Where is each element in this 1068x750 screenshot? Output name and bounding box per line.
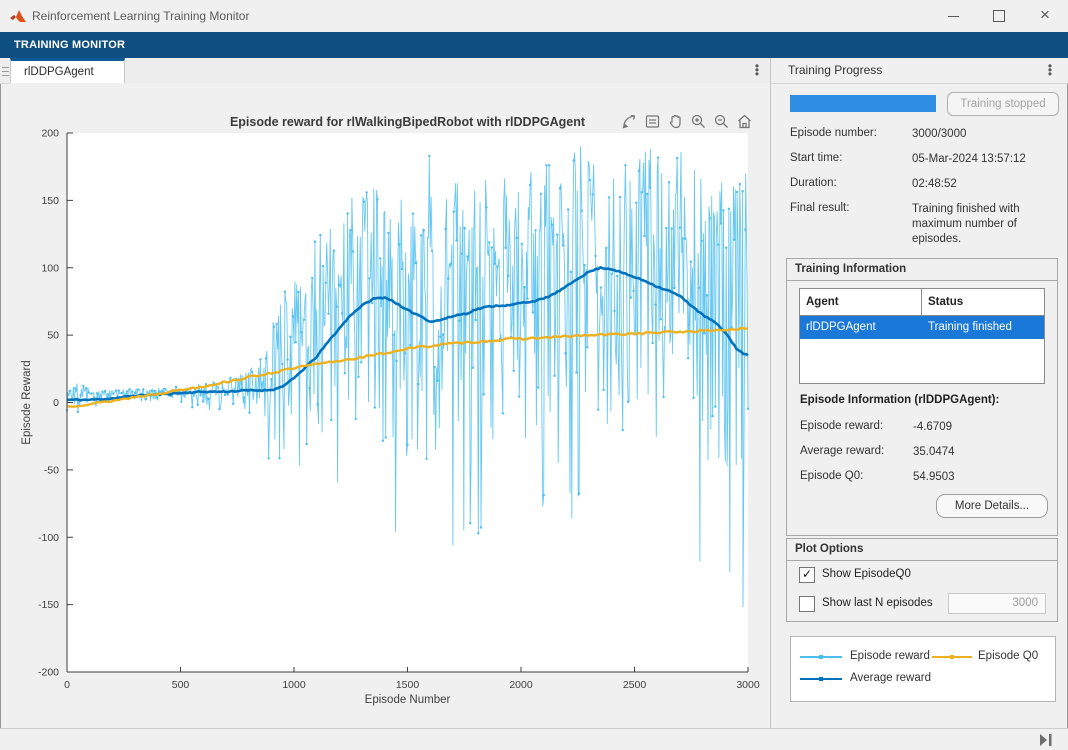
average-reward-value: 35.0474 xyxy=(913,445,1061,460)
svg-text:-50: -50 xyxy=(44,464,59,476)
table-row[interactable]: rlDDPGAgent Training finished xyxy=(800,316,1044,339)
training-progress-title: Training Progress xyxy=(788,58,882,83)
reward-chart[interactable]: 0 500 1000 1500 2000 2500 3000 -200 -150 -100 -50 0… xyxy=(10,83,770,728)
progress-fill xyxy=(790,95,936,112)
drag-grip-icon[interactable] xyxy=(2,64,9,79)
maximize-button[interactable] xyxy=(976,0,1022,32)
more-details-button[interactable]: More Details... xyxy=(936,494,1048,518)
reward-chart-canvas[interactable]: 0 500 1000 1500 2000 2500 3000 -200 -150 -100 -50 0… xyxy=(10,83,770,728)
training-information-header: Training Information xyxy=(787,259,1057,281)
close-button[interactable]: × xyxy=(1022,0,1068,32)
episode-reward-value: -4.6709 xyxy=(913,420,1061,435)
episode-q0-label: Episode Q0: xyxy=(800,470,863,482)
last-n-episodes-input[interactable]: 3000 xyxy=(948,593,1046,614)
panel-options-kebab-icon[interactable]: ••• xyxy=(1043,60,1057,83)
pan-icon[interactable] xyxy=(666,112,685,131)
datatips-icon[interactable] xyxy=(643,112,662,131)
show-last-n-label[interactable]: Show last N episodes xyxy=(822,597,933,609)
final-result-label: Final result: xyxy=(790,202,849,214)
episode-q0-value: 54.9503 xyxy=(913,470,1061,485)
svg-text:Episode reward for rlWalkingBi: Episode reward for rlWalkingBipedRobot w… xyxy=(230,115,586,129)
svg-text:1000: 1000 xyxy=(282,679,306,691)
table-header-row: Agent Status xyxy=(800,289,1044,316)
svg-text:1500: 1500 xyxy=(396,679,420,691)
matlab-logo-icon xyxy=(10,9,26,23)
legend-marker-average-reward xyxy=(819,677,823,681)
zoom-out-icon[interactable] xyxy=(712,112,731,131)
svg-text:Episode Reward: Episode Reward xyxy=(21,360,33,444)
agent-status-table: Agent Status rlDDPGAgent Training finish… xyxy=(799,288,1045,384)
tab-options-kebab-icon[interactable]: ••• xyxy=(750,60,764,83)
svg-text:-100: -100 xyxy=(38,532,59,544)
svg-text:-200: -200 xyxy=(38,667,59,679)
episode-information-header: Episode Information (rlDDPGAgent): xyxy=(800,394,999,406)
episode-number-label: Episode number: xyxy=(790,127,877,139)
legend-label-episode-q0: Episode Q0 xyxy=(978,650,1038,662)
panel-divider xyxy=(770,58,771,728)
episode-reward-label: Episode reward: xyxy=(800,420,883,432)
duration-label: Duration: xyxy=(790,177,837,189)
svg-text:2000: 2000 xyxy=(509,679,533,691)
chart-legend xyxy=(790,636,1056,702)
export-icon[interactable] xyxy=(620,112,639,131)
svg-text:Episode Number: Episode Number xyxy=(365,694,451,706)
close-icon: × xyxy=(1040,5,1050,24)
toolstrip-tab-training-monitor[interactable]: TRAINING MONITOR xyxy=(14,32,125,58)
plot-options-header: Plot Options xyxy=(787,539,1057,561)
episode-number-value: 3000/3000 xyxy=(912,127,1060,142)
zoom-in-icon[interactable] xyxy=(689,112,708,131)
training-stopped-button[interactable]: Training stopped xyxy=(947,92,1059,116)
training-progress-header-bar: Training Progress ••• xyxy=(771,58,1068,84)
minimize-button[interactable] xyxy=(930,0,976,32)
show-episodeq0-checkbox[interactable]: ✓ xyxy=(799,567,815,583)
svg-text:0: 0 xyxy=(53,397,59,409)
legend-marker-episode-reward xyxy=(819,655,823,659)
show-episodeq0-label[interactable]: Show EpisodeQ0 xyxy=(822,568,911,580)
document-tab-bar: rlDDPGAgent ••• xyxy=(0,58,770,84)
average-reward-label: Average reward: xyxy=(800,445,884,457)
agent-column-header: Agent xyxy=(800,289,922,315)
svg-text:3000: 3000 xyxy=(736,679,760,691)
legend-label-episode-reward: Episode reward xyxy=(850,650,930,662)
toolstrip: TRAINING MONITOR xyxy=(0,32,1068,58)
svg-text:100: 100 xyxy=(41,262,59,274)
agent-cell: rlDDPGAgent xyxy=(800,316,922,339)
axes-toolbar xyxy=(620,112,754,131)
status-cell: Training finished xyxy=(922,316,1044,339)
svg-text:200: 200 xyxy=(41,128,59,140)
minimize-icon xyxy=(948,16,959,17)
final-result-value: Training finished with maximum number of… xyxy=(912,202,1060,247)
svg-text:50: 50 xyxy=(47,330,59,342)
maximize-icon xyxy=(993,10,1005,22)
duration-value: 02:48:52 xyxy=(912,177,1060,192)
legend-marker-episode-q0 xyxy=(950,655,954,659)
status-column-header: Status xyxy=(922,289,1044,315)
show-last-n-checkbox[interactable] xyxy=(799,596,815,612)
svg-text:-150: -150 xyxy=(38,599,59,611)
legend-label-average-reward: Average reward xyxy=(850,672,931,684)
status-bar xyxy=(0,728,1068,750)
svg-text:500: 500 xyxy=(172,679,190,691)
svg-text:0: 0 xyxy=(64,679,70,691)
collapse-right-icon[interactable] xyxy=(1038,733,1054,747)
restore-view-icon[interactable] xyxy=(735,112,754,131)
app-window: Reinforcement Learning Training Monitor … xyxy=(0,0,1068,750)
tab-rlddpgagent[interactable]: rlDDPGAgent xyxy=(10,58,125,83)
title-bar: Reinforcement Learning Training Monitor … xyxy=(0,0,1068,32)
training-progress-bar xyxy=(790,95,936,112)
svg-text:150: 150 xyxy=(41,195,59,207)
start-time-label: Start time: xyxy=(790,152,842,164)
svg-text:2500: 2500 xyxy=(623,679,647,691)
window-title: Reinforcement Learning Training Monitor xyxy=(32,0,249,32)
start-time-value: 05-Mar-2024 13:57:12 xyxy=(912,152,1060,167)
